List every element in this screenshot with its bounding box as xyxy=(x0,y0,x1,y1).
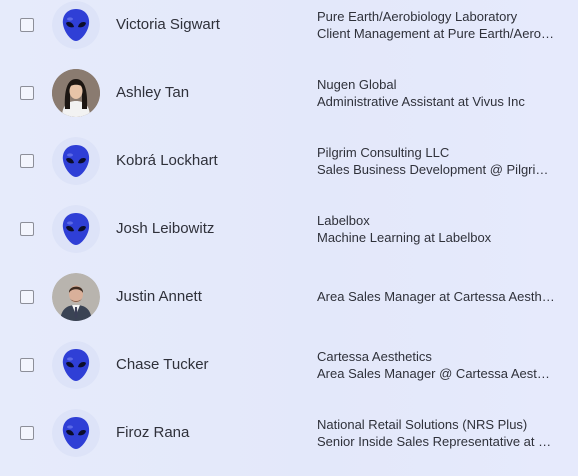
row-checkbox[interactable] xyxy=(20,154,34,168)
contact-name[interactable]: Firoz Rana xyxy=(116,424,189,441)
contact-title: Machine Learning at Labelbox xyxy=(317,230,492,245)
contact-title: Area Sales Manager @ Cartessa Aesthetics xyxy=(317,366,557,381)
contact-name[interactable]: Victoria Sigwart xyxy=(116,16,220,33)
contact-row[interactable]: Kobrá Lockhart Pilgrim Consulting LLC Sa… xyxy=(0,136,578,204)
contact-company: Nugen Global xyxy=(317,77,397,92)
photo-avatar-woman xyxy=(52,69,100,117)
contact-title: Administrative Assistant at Vivus Inc xyxy=(317,94,525,109)
contact-name[interactable]: Ashley Tan xyxy=(116,84,189,101)
alien-avatar-icon xyxy=(52,205,100,253)
contact-company: Cartessa Aesthetics xyxy=(317,349,432,364)
contact-row[interactable]: Chase Tucker Cartessa Aesthetics Area Sa… xyxy=(0,340,578,408)
contact-title: Sales Business Development @ Pilgrim Con… xyxy=(317,162,557,177)
contact-company: Labelbox xyxy=(317,213,370,228)
contact-name[interactable]: Josh Leibowitz xyxy=(116,220,214,237)
alien-avatar-icon xyxy=(52,137,100,185)
contact-row[interactable]: Justin Annett Area Sales Manager at Cart… xyxy=(0,272,578,340)
contact-row[interactable]: Victoria Sigwart Pure Earth/Aerobiology … xyxy=(0,0,578,68)
row-checkbox[interactable] xyxy=(20,358,34,372)
contact-company: National Retail Solutions (NRS Plus) xyxy=(317,417,528,432)
row-checkbox[interactable] xyxy=(20,290,34,304)
row-checkbox[interactable] xyxy=(20,18,34,32)
alien-avatar-icon xyxy=(52,409,100,457)
contact-list: Victoria Sigwart Pure Earth/Aerobiology … xyxy=(0,0,578,464)
contact-title: Client Management at Pure Earth/Aerobiol… xyxy=(317,26,557,41)
contact-title: Senior Inside Sales Representative at Na… xyxy=(317,434,557,449)
contact-name[interactable]: Kobrá Lockhart xyxy=(116,152,218,169)
contact-row[interactable]: Josh Leibowitz Labelbox Machine Learning… xyxy=(0,204,578,272)
contact-row[interactable]: Ashley Tan Nugen Global Administrative A… xyxy=(0,68,578,136)
contact-row[interactable]: Firoz Rana National Retail Solutions (NR… xyxy=(0,408,578,476)
row-checkbox[interactable] xyxy=(20,86,34,100)
contact-company: Pilgrim Consulting LLC xyxy=(317,145,450,160)
photo-avatar-man xyxy=(52,273,100,321)
contact-name[interactable]: Chase Tucker xyxy=(116,356,209,373)
contact-title: Area Sales Manager at Cartessa Aesthetic… xyxy=(317,289,557,304)
contact-name[interactable]: Justin Annett xyxy=(116,288,202,305)
row-checkbox[interactable] xyxy=(20,426,34,440)
alien-avatar-icon xyxy=(52,341,100,389)
alien-avatar-icon xyxy=(52,1,100,49)
contact-company: Pure Earth/Aerobiology Laboratory xyxy=(317,9,518,24)
row-checkbox[interactable] xyxy=(20,222,34,236)
